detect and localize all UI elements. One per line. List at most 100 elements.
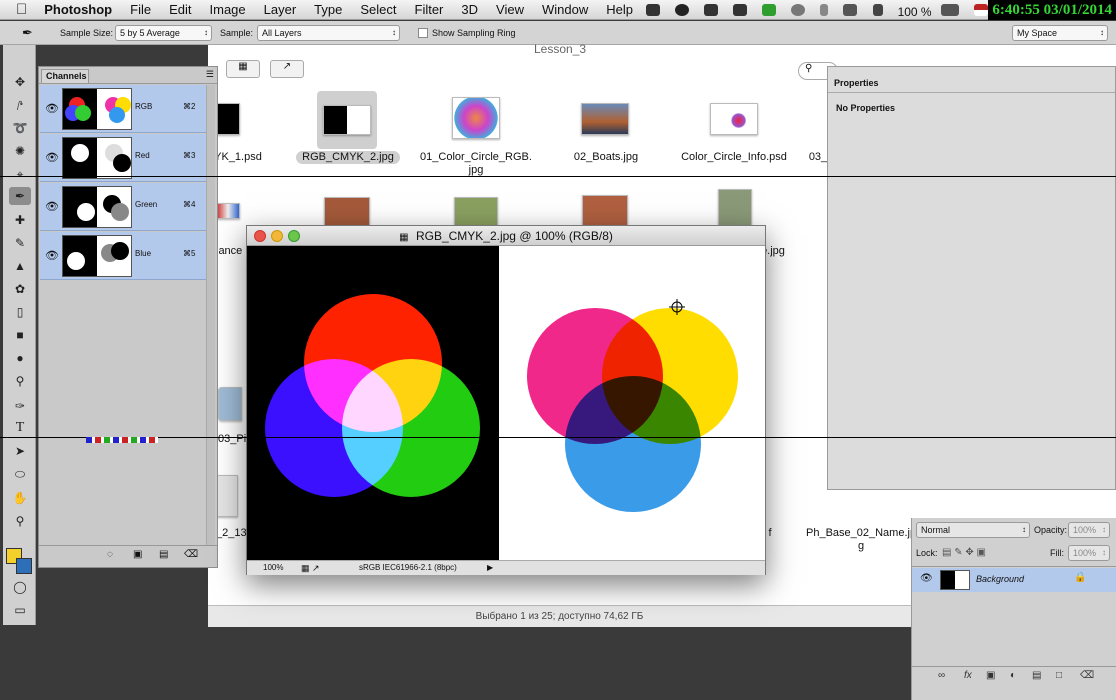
channel-row-red[interactable]: 👁 Red ⌘3 [40,134,207,182]
zoom-tool-icon[interactable]: ⚲ [9,512,31,530]
file-thumb[interactable] [324,197,370,227]
channels-tab[interactable]: Channels [41,69,89,83]
file-label-selected[interactable]: RGB_CMYK_2.jpg [296,151,400,164]
gradient-tool-icon[interactable]: ■ [9,326,31,344]
file-label[interactable]: Ph_Base_02_Name.jp g [806,527,916,553]
flag-icon[interactable] [973,4,988,16]
file-thumb-color-info[interactable] [710,103,758,135]
eraser-tool-icon[interactable]: ▯ [9,303,31,321]
visibility-eye-icon[interactable]: 👁 [45,249,59,262]
lasso-tool-icon[interactable]: ➰ [9,119,31,137]
status-icons[interactable]: ▦ ↗ [301,561,320,575]
save-selection-icon[interactable]: ▣ [133,549,142,560]
brush-tool-icon[interactable]: ✎ [9,234,31,252]
bike-icon[interactable] [733,4,748,16]
zoom-button[interactable] [288,230,300,242]
dodge-tool-icon[interactable]: ⚲ [9,372,31,390]
sample-select[interactable]: All Layers [257,25,400,41]
status-menu-arrow-icon[interactable]: ▶ [487,561,493,575]
lock-icons[interactable]: ▤ ✎ ✥ ▣ [942,547,986,558]
pen-tool-icon[interactable]: ✑ [9,397,31,415]
dropbox-icon[interactable] [704,4,719,16]
document-titlebar[interactable]: ▦ RGB_CMYK_2.jpg @ 100% (RGB/8) [247,226,765,246]
quick-mask-icon[interactable]: ◯ [9,578,31,596]
file-thumb[interactable] [216,203,240,219]
menu-filter[interactable]: Filter [406,0,453,20]
menu-help[interactable]: Help [597,0,642,20]
link-layers-icon[interactable]: ∞ [938,670,945,681]
file-thumb[interactable] [454,197,498,227]
fx-icon[interactable]: fx [964,670,972,681]
status-icon[interactable] [646,4,660,16]
stamp-tool-icon[interactable]: ▲ [9,257,31,275]
move-tool-icon[interactable]: ✥ [9,73,31,91]
sample-size-select[interactable]: 5 by 5 Average [115,25,212,41]
app-icon[interactable] [762,4,777,16]
file-thumb-rgb-cmyk[interactable] [323,105,371,135]
folder-icon[interactable] [218,387,242,421]
wifi-icon[interactable] [843,4,858,16]
file-thumb-color-circle[interactable] [452,97,500,139]
file-thumb[interactable] [216,475,238,517]
channel-row-green[interactable]: 👁 Green ⌘4 [40,183,207,231]
opacity-field[interactable]: 100% [1068,522,1110,538]
menu-image[interactable]: Image [201,0,255,20]
panel-menu-icon[interactable]: ☰ [206,69,214,80]
share-button[interactable]: ↗ [270,60,304,78]
menu-layer[interactable]: Layer [255,0,306,20]
channel-row-blue[interactable]: 👁 Blue ⌘5 [40,232,207,280]
quick-select-tool-icon[interactable]: ✺ [9,142,31,160]
menu-type[interactable]: Type [305,0,351,20]
screen-mode-icon[interactable]: ▭ [9,601,31,619]
shape-tool-icon[interactable]: ⬭ [9,465,31,483]
menu-file[interactable]: File [121,0,160,20]
file-thumb-boats[interactable] [581,103,629,135]
trash-icon[interactable]: ⌫ [184,549,198,560]
file-thumb[interactable] [216,103,240,135]
type-tool-icon[interactable]: T [9,419,31,437]
sampling-ring-checkbox[interactable] [418,28,428,38]
trash-icon[interactable]: ⌫ [1080,670,1094,681]
file-label[interactable]: Color_Circle_Info.psd [674,151,794,164]
fill-field[interactable]: 100% [1068,545,1110,561]
menu-select[interactable]: Select [351,0,405,20]
adjustment-layer-icon[interactable]: ◐ [1010,670,1016,681]
layer-row-background[interactable]: 👁 Background 🔒 [912,568,1116,592]
close-button[interactable] [254,230,266,242]
menu-view[interactable]: View [487,0,533,20]
layer-mask-icon[interactable]: ▣ [986,670,995,681]
file-label[interactable]: 02_Boats.jpg [556,151,656,164]
file-thumb[interactable] [582,195,628,227]
finder-view-button[interactable]: ▦ [226,60,260,78]
panel-scrollbar[interactable] [206,85,215,545]
eyedropper-icon[interactable]: ✒ [22,25,33,41]
creative-cloud-icon[interactable] [675,4,690,16]
bluetooth-icon[interactable] [820,4,829,16]
visibility-eye-icon[interactable]: 👁 [920,573,933,584]
minimize-button[interactable] [271,230,283,242]
file-thumb[interactable] [718,189,752,227]
time-machine-icon[interactable] [791,4,806,16]
new-layer-icon[interactable]: □ [1056,670,1062,681]
battery-icon[interactable] [940,4,959,16]
volume-icon[interactable] [872,4,883,16]
zoom-level[interactable]: 100% [263,561,283,575]
load-selection-icon[interactable]: ◌ [107,549,113,560]
file-label[interactable]: f [765,527,775,540]
history-brush-icon[interactable]: ✿ [9,280,31,298]
marquee-tool-icon[interactable]: ⭚ [9,97,31,115]
visibility-eye-icon[interactable]: 👁 [45,102,59,115]
menu-window[interactable]: Window [533,0,597,20]
visibility-eye-icon[interactable]: 👁 [45,200,59,213]
path-select-icon[interactable]: ➤ [9,442,31,460]
background-color-swatch[interactable] [16,558,32,574]
menu-edit[interactable]: Edit [160,0,200,20]
blend-mode-select[interactable]: Normal [916,522,1030,538]
battery-label[interactable]: 100 % [898,5,932,19]
crop-tool-icon[interactable]: ⌖ [9,165,31,183]
eyedropper-tool-icon[interactable]: ✒ [9,187,31,205]
file-label[interactable]: 01_Color_Circle_RGB. jpg [412,151,540,177]
canvas[interactable] [247,246,765,560]
channel-row-rgb[interactable]: 👁 RGB ⌘2 [40,85,207,133]
workspace-select[interactable]: My Space [1012,25,1108,41]
